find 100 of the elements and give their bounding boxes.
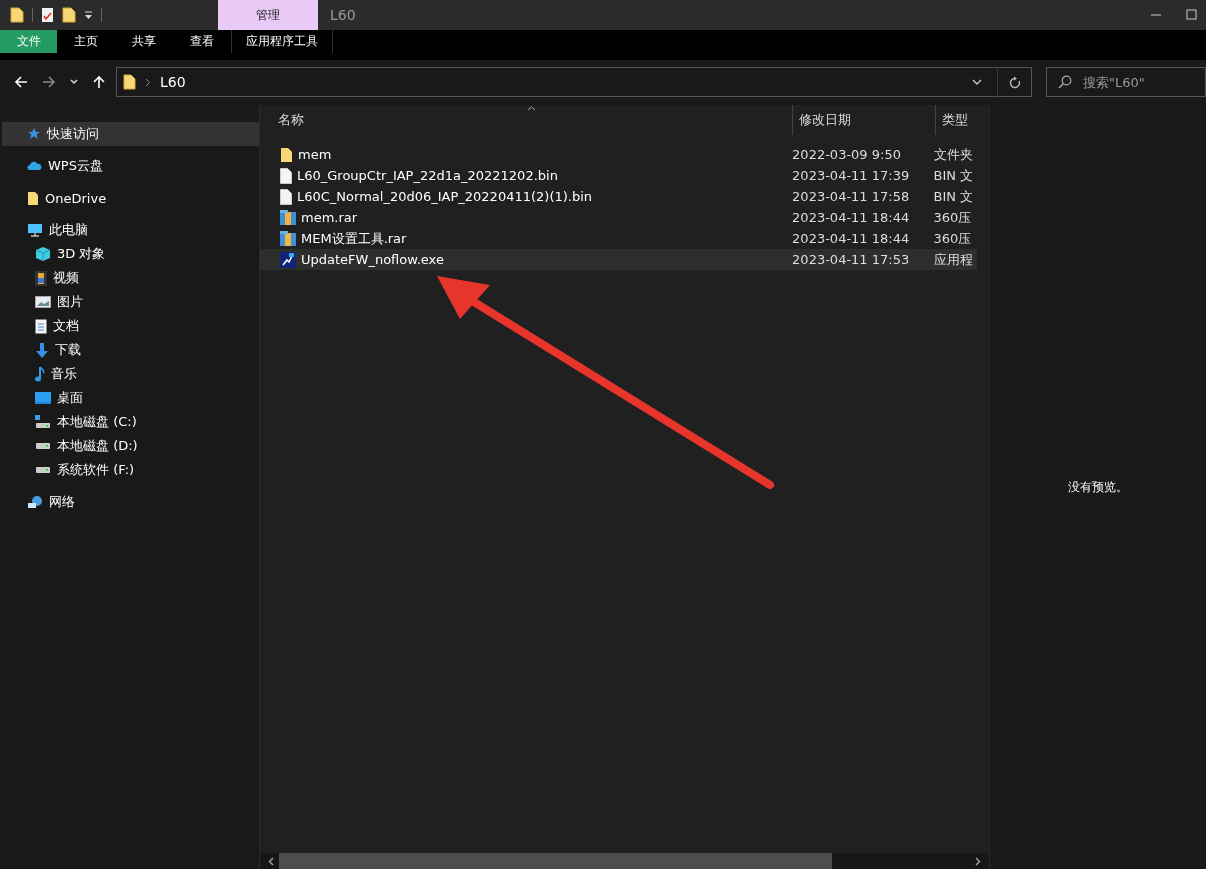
cube-icon [35, 246, 51, 262]
application-icon [280, 251, 296, 268]
file-type: 360压 [933, 229, 972, 248]
ribbon-tab[interactable]: 共享 [115, 30, 173, 53]
ribbon-tab[interactable]: 主页 [57, 30, 115, 53]
sidebar-item[interactable]: 音乐 [2, 362, 259, 386]
drive-icon [35, 466, 51, 474]
picture-icon [35, 296, 51, 308]
sidebar-label: OneDrive [45, 190, 107, 206]
file-row[interactable]: L60C_Normal_20d06_IAP_20220411(2)(1).bin 2023-04-11 17:58 BIN 文 [260, 186, 977, 207]
file-type: BIN 文 [933, 187, 974, 206]
modified-date: 2023-04-11 18:44 [792, 231, 910, 246]
file-name: L60C_Normal_20d06_IAP_20220411(2)(1).bin [297, 189, 593, 204]
film-icon [35, 270, 47, 286]
sidebar-label: 图片 [57, 293, 83, 311]
sort-caret-icon [527, 106, 536, 111]
path-text: L60 [160, 74, 186, 90]
sidebar-label: 网络 [49, 493, 75, 511]
sidebar-item[interactable]: 图片 [2, 290, 259, 314]
dropdown-icon[interactable] [84, 10, 93, 20]
sidebar-item[interactable]: 本地磁盘 (C:) [2, 410, 259, 434]
address-bar[interactable]: L60 [116, 67, 1032, 97]
sidebar-item[interactable]: OneDrive [2, 186, 259, 210]
drive-icon [35, 415, 51, 429]
sidebar-item[interactable]: 网络 [2, 490, 259, 514]
sidebar-item[interactable]: 快速访问 [2, 122, 259, 146]
sidebar-item[interactable]: 本地磁盘 (D:) [2, 434, 259, 458]
sidebar-item[interactable]: 视频 [2, 266, 259, 290]
forward-arrow-icon[interactable] [42, 75, 56, 89]
ribbon-tab[interactable]: 应用程序工具 [231, 30, 333, 53]
file-name: mem [298, 147, 332, 162]
desktop-icon [35, 392, 51, 404]
music-note-icon [35, 366, 45, 382]
file-row[interactable]: mem 2022-03-09 9:50 文件夹 [260, 144, 977, 165]
sidebar-item[interactable]: 3D 对象 [2, 242, 259, 266]
sidebar-label: 3D 对象 [57, 245, 106, 263]
drive-icon [35, 442, 51, 450]
archive-icon [280, 231, 296, 246]
sidebar-item[interactable]: 桌面 [2, 386, 259, 410]
refresh-icon[interactable] [1009, 75, 1021, 89]
scroll-left-icon[interactable] [268, 856, 275, 866]
network-icon [27, 494, 43, 510]
sidebar-label: 快速访问 [47, 125, 99, 143]
sidebar-item[interactable]: 系统软件 (F:) [2, 458, 259, 482]
caret-icon[interactable] [70, 79, 78, 85]
caret-icon[interactable] [972, 79, 982, 85]
file-type: 360压 [933, 208, 972, 227]
column-header[interactable]: 类型 [935, 105, 985, 135]
sidebar-item[interactable]: WPS云盘 [2, 154, 259, 178]
ribbon-tab[interactable]: 文件 [0, 30, 57, 53]
maximize-icon[interactable] [1186, 9, 1198, 21]
window-title: L60 [329, 7, 356, 23]
file-icon [280, 188, 292, 205]
modified-date: 2023-04-11 17:58 [792, 189, 910, 204]
modified-date: 2023-04-11 18:44 [792, 210, 910, 225]
sidebar-item[interactable]: 下载 [2, 338, 259, 362]
file-type: 应用程 [933, 250, 973, 269]
down-arrow-icon [35, 342, 49, 358]
modified-date: 2022-03-09 9:50 [792, 147, 901, 162]
sidebar-label: 音乐 [51, 365, 77, 383]
chevron-icon [145, 77, 151, 87]
checklist-icon[interactable] [41, 7, 54, 23]
document-icon [35, 318, 47, 334]
file-row[interactable]: MEM设置工具.rar 2023-04-11 18:44 360压 [260, 228, 977, 249]
cloud-icon [27, 161, 42, 171]
file-icon [280, 167, 292, 184]
no-preview-text: 没有预览。 [1068, 478, 1128, 496]
scrollbar-thumb[interactable] [279, 853, 832, 869]
sidebar-label: 桌面 [57, 389, 83, 407]
search-field[interactable]: 搜索"L60" [1046, 67, 1206, 97]
sidebar-label: 本地磁盘 (D:) [57, 437, 138, 455]
star-icon [27, 127, 41, 141]
file-row[interactable]: L60_GroupCtr_IAP_22d1a_20221202.bin 2023-04-11 17:39 BIN 文 [260, 165, 977, 186]
sidebar-item[interactable]: 此电脑 [2, 218, 259, 242]
file-row[interactable]: UpdateFW_noflow.exe 2023-04-11 17:53 应用程 [260, 249, 977, 270]
file-name: UpdateFW_noflow.exe [301, 252, 444, 267]
horizontal-scrollbar[interactable] [260, 853, 989, 869]
column-header[interactable]: 名称 [272, 105, 792, 135]
file-name: L60_GroupCtr_IAP_22d1a_20221202.bin [297, 168, 558, 183]
folder-icon[interactable] [62, 7, 76, 23]
file-type: 文件夹 [933, 145, 973, 164]
sidebar-label: WPS云盘 [48, 157, 103, 175]
column-header[interactable]: 修改日期 [792, 105, 935, 135]
sidebar-label: 此电脑 [49, 221, 88, 239]
file-name: mem.rar [301, 210, 358, 225]
sidebar-item[interactable]: 文档 [2, 314, 259, 338]
file-row[interactable]: mem.rar 2023-04-11 18:44 360压 [260, 207, 977, 228]
scroll-right-icon[interactable] [974, 856, 981, 866]
modified-date: 2023-04-11 17:39 [792, 168, 910, 183]
up-arrow-icon[interactable] [92, 75, 106, 89]
folder-icon [123, 74, 136, 90]
sidebar-label: 系统软件 (F:) [57, 461, 135, 479]
folder-icon[interactable] [10, 7, 24, 23]
archive-icon [280, 210, 296, 225]
back-arrow-icon[interactable] [14, 75, 28, 89]
ribbon-tab[interactable]: 查看 [173, 30, 231, 53]
sidebar-label: 本地磁盘 (C:) [57, 413, 137, 431]
file-name: MEM设置工具.rar [301, 229, 407, 248]
file-type: BIN 文 [933, 166, 974, 185]
context-tab-label: 管理 [218, 0, 318, 30]
